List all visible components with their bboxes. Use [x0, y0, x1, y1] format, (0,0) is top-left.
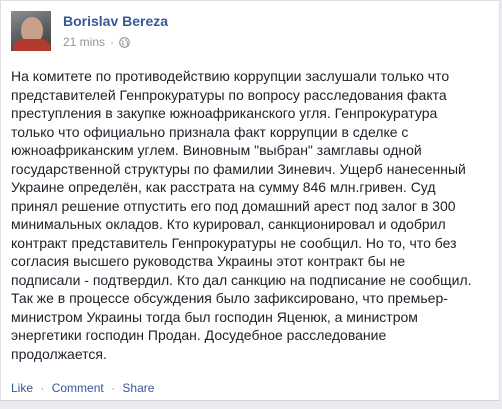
globe-icon[interactable] — [119, 36, 130, 48]
post-text-line: продолжается. — [11, 345, 107, 362]
post-actions: Like · Comment · Share — [11, 381, 154, 395]
action-separator: · — [40, 381, 45, 395]
post-text-line: государственной структуры по фамилии Зин… — [11, 160, 466, 177]
post-text-line: Украине определён, как расстрата на сумм… — [11, 179, 436, 195]
post-text-line: контракт представитель Генпрокуратуры не… — [11, 234, 457, 251]
avatar[interactable] — [11, 11, 51, 51]
post-text-line: принял решение отпустить его под домашни… — [11, 197, 456, 214]
post-text-line: согласия высшего руководства Украины это… — [11, 253, 406, 269]
post-text-line: Так же в процессе обсуждения было зафикс… — [11, 290, 448, 306]
post-card: Borislav Bereza 21 mins · На комитете по… — [0, 0, 500, 401]
action-separator: · — [111, 381, 116, 395]
post-time[interactable]: 21 mins — [63, 35, 105, 49]
post-meta: 21 mins · — [63, 35, 130, 49]
comment-link[interactable]: Comment — [52, 381, 104, 395]
post-text-line: южноафриканским углем. Виновным "выбран"… — [11, 142, 422, 158]
post-text-line: министром Украины тогда был господин Яце… — [11, 308, 418, 325]
post-text-line: только что официально признала факт корр… — [11, 123, 409, 140]
post-text-line: На комитете по противодействию коррупции… — [11, 68, 450, 84]
post-text-line: представителей Генпрокуратуры по вопросу… — [11, 86, 447, 103]
post-text: На комитете по противодействию коррупции… — [11, 67, 489, 363]
post-text-line: минимальных окладов. Кто курировал, санк… — [11, 216, 446, 232]
post-text-line: преступления в закупке южноафриканского … — [11, 105, 438, 121]
author-name[interactable]: Borislav Bereza — [63, 13, 168, 29]
post-text-line: энергетики господин Продан. Досудебное р… — [11, 327, 387, 343]
avatar-shirt — [13, 39, 51, 51]
meta-separator: · — [110, 35, 115, 49]
post-text-line: подписали - подтвердил. Кто дал санкцию … — [11, 271, 472, 288]
share-link[interactable]: Share — [122, 381, 154, 395]
like-link[interactable]: Like — [11, 381, 33, 395]
